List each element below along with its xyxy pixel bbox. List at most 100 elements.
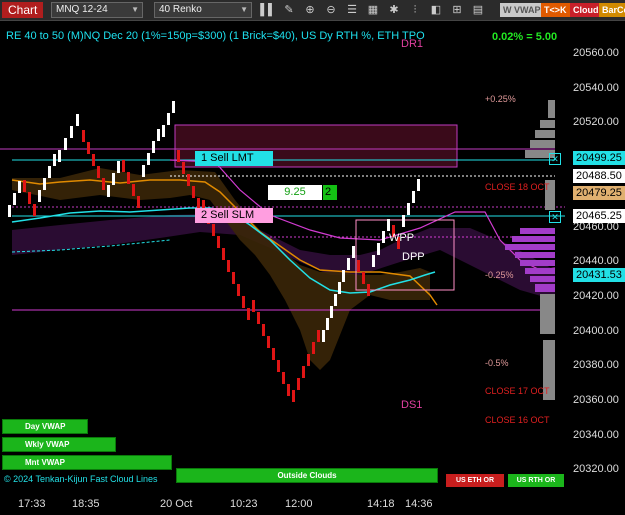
renko-brick [334,294,337,306]
renko-brick [217,236,220,248]
ds1-label: DS1 [401,399,423,411]
renko-brick [33,204,36,216]
renko-brick [387,219,390,231]
tpo-profile [505,100,555,400]
renko-brick [417,179,420,191]
renko-brick [177,150,180,162]
wpp-label: WPP [389,232,415,244]
us-eth-or-button[interactable]: US ETH OR [446,474,504,487]
price-label-sell-lmt: 20499.25 [573,151,625,165]
renko-brick [23,180,26,192]
price-label-orange: 20479.25 [573,186,625,200]
renko-brick [407,203,410,215]
percent-readout: 0.02% = 5.00 [492,31,558,43]
renko-brick [262,324,265,336]
renko-brick [257,312,260,324]
mnt-vwap-button[interactable]: Mnt VWAP [2,455,172,470]
price-axis-tick: 20440.00 [573,255,619,268]
sell-lmt-order[interactable]: 1 Sell LMT [195,151,273,166]
renko-brick [122,160,125,172]
renko-brick [162,125,165,137]
price-axis-tick: 20540.00 [573,81,619,94]
renko-brick [18,181,21,193]
list-icon[interactable]: ☰ [344,2,360,18]
renko-brick [53,154,56,166]
tenkan-kijun-toggle[interactable]: T<>K [541,3,570,17]
grid-icon[interactable]: ▦ [365,2,381,18]
renko-brick [277,360,280,372]
align-icon[interactable]: ⊞ [449,2,465,18]
close-icon[interactable]: ✕ [549,153,561,165]
grid-lines-icon[interactable]: ▤ [470,2,486,18]
renko-brick [28,192,31,204]
close-16-oct-label: CLOSE 16 OCT [485,415,550,425]
indicator-icon[interactable]: ◧ [428,2,444,18]
close-18-oct-label: CLOSE 18 OCT [485,182,550,192]
renko-brick [102,178,105,190]
time-axis-tick: 17:33 [18,498,46,510]
renko-brick [48,166,51,178]
price-axis-tick: 20320.00 [573,463,619,476]
zoom-out-icon[interactable]: ⊖ [323,2,339,18]
renko-brick [58,150,61,162]
renko-brick [377,243,380,255]
cloud-toggle[interactable]: Cloud [570,3,602,17]
price-axis-tick: 20420.00 [573,289,619,302]
bar-type-selector[interactable]: 40 Renko ▼ [154,2,252,18]
renko-brick [142,165,145,177]
renko-brick [342,270,345,282]
renko-brick [322,330,325,342]
renko-brick [38,190,41,202]
renko-brick [362,272,365,284]
renko-brick [82,130,85,142]
close-icon[interactable]: ✕ [549,211,561,223]
price-label-cyan: 20431.53 [573,268,625,282]
renko-brick [70,126,73,138]
renko-brick [367,284,370,296]
minus-05-label: -0.5% [485,358,509,368]
renko-brick [212,224,215,236]
renko-brick [92,154,95,166]
price-axis-tick: 20560.00 [573,47,619,59]
bar-type-value: 40 Renko [159,4,202,15]
us-rth-or-button[interactable]: US RTH OR [508,474,564,487]
price-axis-tick: 20380.00 [573,359,619,372]
zoom-in-icon[interactable]: ⊕ [302,2,318,18]
dpp-label: DPP [402,251,425,263]
pencil-icon[interactable]: ✎ [281,2,297,18]
price-axis-tick: 20360.00 [573,394,619,406]
renko-brick [330,306,333,318]
price-axis-tick: 20400.00 [573,324,619,337]
sell-slm-order[interactable]: 2 Sell SLM [195,208,273,223]
renko-brick [312,342,315,354]
instrument-selector[interactable]: MNQ 12-24 ▼ [51,2,143,18]
renko-brick [382,231,385,243]
chart-title: RE 40 to 50 (M)NQ Dec 20 (1%=150p=$300) … [6,30,425,42]
renko-brick [97,166,100,178]
renko-brick [64,138,67,150]
chart-type-icon[interactable]: ⫶ [407,2,423,18]
outside-clouds-button[interactable]: Outside Clouds [176,468,438,483]
ticks-count-box: 2 [323,185,337,200]
renko-brick [292,390,295,402]
day-vwap-button[interactable]: Day VWAP [2,419,88,434]
chevron-down-icon: ▼ [240,5,248,14]
renko-brick [232,272,235,284]
price-label-sell-slm: 20465.25 [573,209,625,223]
bar-chart-icon[interactable]: ▌▌ [260,2,276,18]
renko-brick [107,185,110,197]
renko-brick [157,129,160,141]
wkly-vwap-button[interactable]: Wkly VWAP [2,437,116,452]
renko-brick [267,336,270,348]
bar-color-toggle[interactable]: BarCo [599,3,625,17]
instrument-value: MNQ 12-24 [56,4,108,15]
weekly-vwap-toggle[interactable]: W VWAP [500,3,544,17]
time-axis-tick: 20 Oct [160,498,193,510]
renko-brick [172,101,175,113]
chart-menu-button[interactable]: Chart [2,2,44,18]
renko-brick [237,284,240,296]
renko-brick [297,378,300,390]
renko-brick [13,193,16,205]
copyright-text: © 2024 Tenkan-Kijun Fast Cloud Lines [4,474,158,484]
settings-icon[interactable]: ✱ [386,2,402,18]
